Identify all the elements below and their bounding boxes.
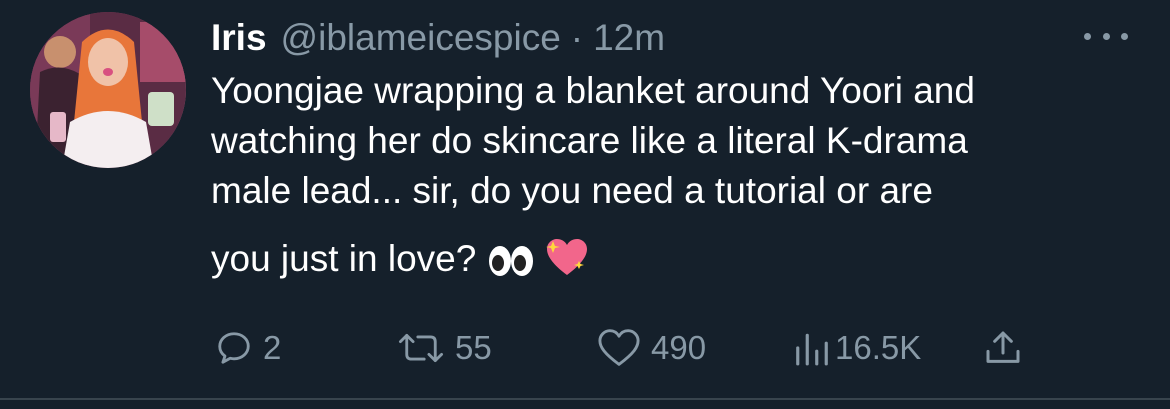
tweet-text-line: watching her do skincare like a literal …: [211, 120, 968, 161]
views-button[interactable]: 16.5K: [793, 326, 921, 370]
more-dot: [1121, 32, 1128, 40]
reply-icon: [218, 332, 250, 364]
sparkling-heart-emoji: [545, 237, 589, 290]
timestamp[interactable]: 12m: [593, 14, 665, 62]
views-count: 16.5K: [835, 329, 922, 366]
like-count: 490: [651, 329, 707, 366]
heart-icon: [598, 329, 640, 366]
analytics-icon: [796, 333, 828, 366]
tweet-actions: 2 55 490 16.5K: [211, 326, 1111, 370]
tweet-header: Iris @iblameicespice · 12m: [211, 14, 665, 62]
tweet-text: Yoongjae wrapping a blanket around Yoori…: [211, 66, 1151, 290]
retweet-icon: [398, 333, 444, 363]
retweet-count: 55: [455, 329, 492, 366]
share-icon: [986, 331, 1020, 363]
like-button[interactable]: 490: [597, 326, 706, 370]
tweet-text-line: you just in love?: [211, 238, 477, 279]
reply-count: 2: [263, 329, 282, 366]
reply-button[interactable]: 2: [215, 326, 281, 370]
more-dot: [1084, 32, 1091, 40]
author-handle[interactable]: @iblameicespice: [281, 14, 561, 62]
author-name[interactable]: Iris: [211, 14, 267, 62]
tweet-text-line: Yoongjae wrapping a blanket around Yoori…: [211, 70, 975, 111]
tweet-text-line: male lead... sir, do you need a tutorial…: [211, 170, 933, 211]
header-separator: ·: [570, 17, 584, 58]
avatar[interactable]: [30, 12, 186, 168]
tweet-text-line-last: you just in love?: [211, 234, 1151, 290]
share-button[interactable]: [983, 326, 1023, 370]
retweet-button[interactable]: 55: [397, 326, 492, 370]
tweet[interactable]: Iris @iblameicespice · 12m Yoongjae wrap…: [0, 0, 1170, 400]
more-options-icon[interactable]: [1084, 26, 1128, 46]
avatar-image: [30, 12, 186, 168]
eyes-emoji: [487, 240, 535, 290]
more-dot: [1102, 32, 1110, 40]
divider: [0, 398, 1170, 400]
